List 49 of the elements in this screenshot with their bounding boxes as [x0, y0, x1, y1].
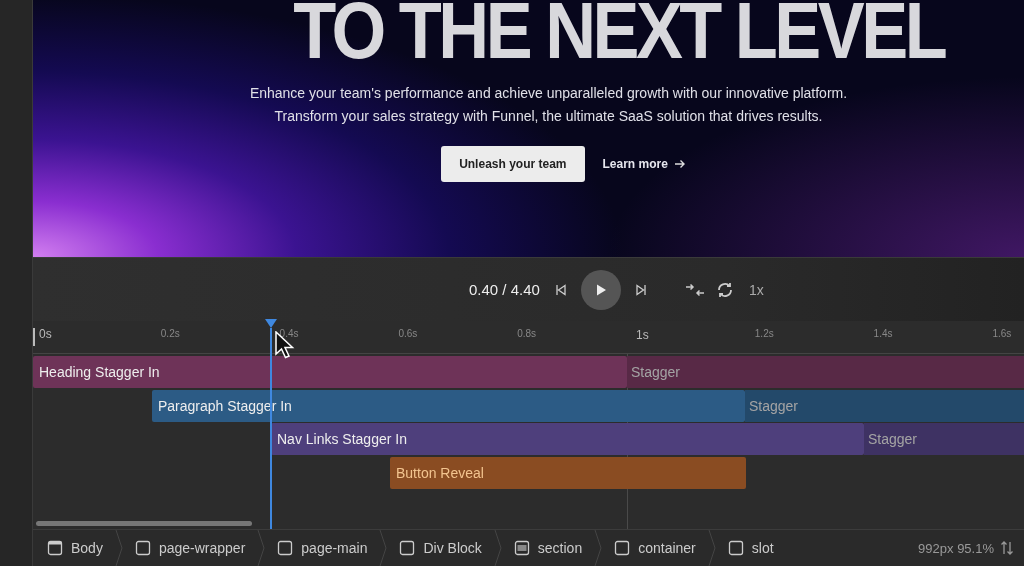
- hero-text: Enhance your team's performance and achieve unparalleled growth with our innovative platform.: [249, 84, 848, 103]
- time-tick-label: 0.2s: [160, 328, 180, 339]
- animation-track-bar[interactable]: Nav Links Stagger In: [271, 423, 864, 455]
- animation-track-bar[interactable]: Button Reveal: [390, 456, 746, 489]
- stagger-segment[interactable]: Stagger: [864, 423, 1024, 455]
- collapse-button[interactable]: [685, 282, 705, 297]
- speed-button[interactable]: 1x: [749, 281, 764, 298]
- skip-forward-button[interactable]: [635, 283, 647, 296]
- square-icon: [134, 540, 151, 556]
- breadcrumb-item[interactable]: container: [614, 540, 696, 556]
- loop-button[interactable]: [715, 280, 735, 299]
- hero-heading: TO THE NEXT LEVEL: [293, 0, 944, 70]
- scrollbar-thumb[interactable]: [36, 521, 252, 526]
- time-tick-label: 1.6s: [992, 328, 1012, 339]
- breadcrumb-item[interactable]: Div Block: [399, 540, 482, 556]
- play-button[interactable]: [581, 269, 621, 310]
- animation-track-bar[interactable]: Paragraph Stagger In: [152, 389, 745, 422]
- time-tick-label: 1s: [636, 328, 649, 342]
- arrow-right-icon: [673, 159, 686, 169]
- playhead-marker-icon[interactable]: [265, 319, 277, 328]
- breadcrumb-item[interactable]: section: [513, 540, 583, 556]
- time-tick-label: 0.4s: [279, 328, 299, 339]
- square-icon: [727, 540, 744, 556]
- hero-text: Transform your sales strategy with Funnel, the ultimate SaaS solution that drives results.: [273, 107, 824, 126]
- time-tick-label: 1.4s: [873, 328, 893, 339]
- time-tick-label: 1.2s: [754, 328, 774, 339]
- square-icon: [614, 540, 631, 556]
- breadcrumb-item[interactable]: page-main: [277, 540, 368, 556]
- stagger-segment[interactable]: Stagger: [745, 389, 1024, 422]
- mouse-pointer-icon: [274, 331, 296, 359]
- breadcrumb-item[interactable]: slot: [727, 540, 774, 556]
- breadcrumb-item[interactable]: Body: [47, 540, 103, 556]
- play-icon: [594, 282, 608, 297]
- sort-arrows-icon[interactable]: [1000, 540, 1014, 556]
- time-tick-label: 0s: [33, 328, 52, 346]
- time-display: 0.40 / 4.40: [469, 281, 541, 298]
- skip-back-button[interactable]: [555, 283, 567, 296]
- breadcrumb-item[interactable]: page-wrapper: [134, 540, 246, 556]
- stagger-segment[interactable]: Stagger: [627, 356, 1024, 388]
- viewport-info: 992px 95.1%: [918, 540, 994, 556]
- unleash-button[interactable]: Unleash your team: [441, 146, 585, 182]
- window-icon: [47, 540, 63, 556]
- animation-track-bar[interactable]: Heading Stagger In: [33, 356, 627, 388]
- time-tick-label: 0.8s: [517, 328, 537, 339]
- learn-more-link[interactable]: Learn more: [602, 157, 686, 171]
- section-icon: [513, 540, 530, 556]
- square-icon: [277, 540, 294, 556]
- time-tick-label: 0.6s: [398, 328, 418, 339]
- square-icon: [399, 540, 416, 556]
